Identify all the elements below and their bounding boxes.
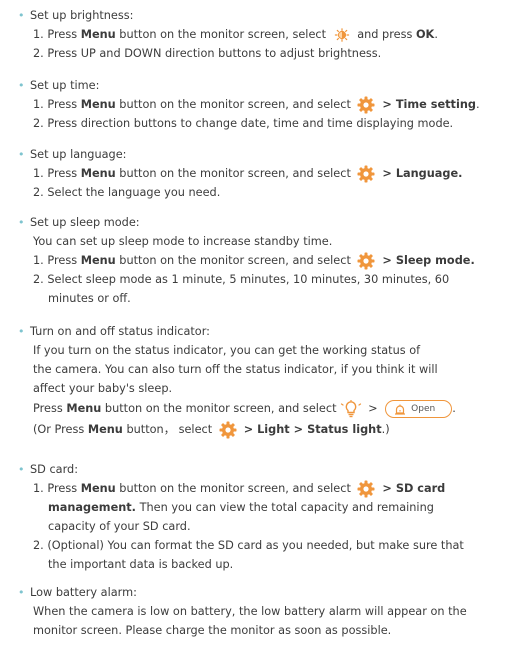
intro-text: You can set up sleep mode to increase st… bbox=[33, 235, 333, 248]
bullet: • bbox=[18, 9, 25, 22]
section-sd-card: • SD card: 1. Press Menu button on the m… bbox=[18, 460, 500, 574]
settings-gear-icon bbox=[219, 421, 237, 439]
section-title: Set up sleep mode: bbox=[30, 216, 140, 229]
step-1-continued: capacity of your SD card. bbox=[48, 520, 191, 533]
paragraph-line: When the camera is low on battery, the l… bbox=[33, 605, 467, 618]
step-1-continued: management. Then you can view the total … bbox=[48, 501, 434, 514]
settings-gear-icon bbox=[357, 252, 375, 270]
bullet: • bbox=[18, 463, 25, 476]
bullet: • bbox=[18, 586, 25, 599]
step-1: 1. Press Menu button on the monitor scre… bbox=[20, 479, 500, 498]
section-sleep-mode: • Set up sleep mode: You can set up slee… bbox=[18, 213, 500, 308]
brightness-icon bbox=[334, 28, 349, 42]
step-2: 2. Press UP and DOWN direction buttons t… bbox=[33, 47, 382, 60]
section-time: • Set up time: 1. Press Menu button on t… bbox=[18, 76, 500, 133]
bullet: • bbox=[18, 216, 25, 229]
paragraph-line: affect your baby's sleep. bbox=[33, 382, 173, 395]
step-2-continued: minutes or off. bbox=[48, 292, 131, 305]
step-1: 1. Press Menu button on the monitor scre… bbox=[20, 251, 500, 270]
open-toggle: Open bbox=[385, 400, 453, 418]
step-1: 1. Press Menu button on the monitor scre… bbox=[20, 164, 500, 183]
step-1: 1. Press Menu button on the monitor scre… bbox=[33, 28, 438, 42]
settings-gear-icon bbox=[357, 480, 375, 498]
section-low-battery: • Low battery alarm: When the camera is … bbox=[18, 583, 500, 640]
status-lamp-icon bbox=[395, 404, 406, 415]
step-2-continued: the important data is backed up. bbox=[48, 558, 234, 571]
alternative-path: (Or Press Menu button， select > Light > … bbox=[20, 420, 500, 439]
settings-gear-icon bbox=[357, 165, 375, 183]
section-title: Set up language: bbox=[30, 148, 127, 161]
settings-gear-icon bbox=[357, 96, 375, 114]
bullet: • bbox=[18, 325, 25, 338]
section-status-indicator: • Turn on and off status indicator: If y… bbox=[18, 322, 500, 439]
section-title: Set up time: bbox=[30, 79, 100, 92]
bullet: • bbox=[18, 148, 25, 161]
step-2: 2. Select the language you need. bbox=[33, 186, 221, 199]
step-2: 2. Press direction buttons to change dat… bbox=[33, 117, 454, 130]
bullet: • bbox=[18, 79, 25, 92]
section-language: • Set up language: 1. Press Menu button … bbox=[18, 145, 500, 202]
section-title: Turn on and off status indicator: bbox=[30, 325, 210, 338]
section-title: SD card: bbox=[30, 463, 79, 476]
paragraph-line: If you turn on the status indicator, you… bbox=[33, 344, 421, 357]
light-bulb-icon bbox=[340, 400, 361, 418]
instruction-page: • Set up brightness: 1. Press Menu butto… bbox=[0, 0, 511, 647]
open-label: Open bbox=[411, 404, 436, 414]
step-2: 2. Select sleep mode as 1 minute, 5 minu… bbox=[33, 273, 450, 286]
section-title: Low battery alarm: bbox=[30, 586, 137, 599]
paragraph-line: monitor screen. Please charge the monito… bbox=[33, 624, 392, 637]
paragraph-line: the camera. You can also turn off the st… bbox=[33, 363, 438, 376]
step-2: 2. (Optional) You can format the SD card… bbox=[33, 539, 464, 552]
status-step: Press Menu button on the monitor screen,… bbox=[20, 398, 500, 420]
section-title: Set up brightness: bbox=[30, 9, 134, 22]
step-1: 1. Press Menu button on the monitor scre… bbox=[20, 95, 500, 114]
section-brightness: • Set up brightness: 1. Press Menu butto… bbox=[18, 6, 500, 63]
